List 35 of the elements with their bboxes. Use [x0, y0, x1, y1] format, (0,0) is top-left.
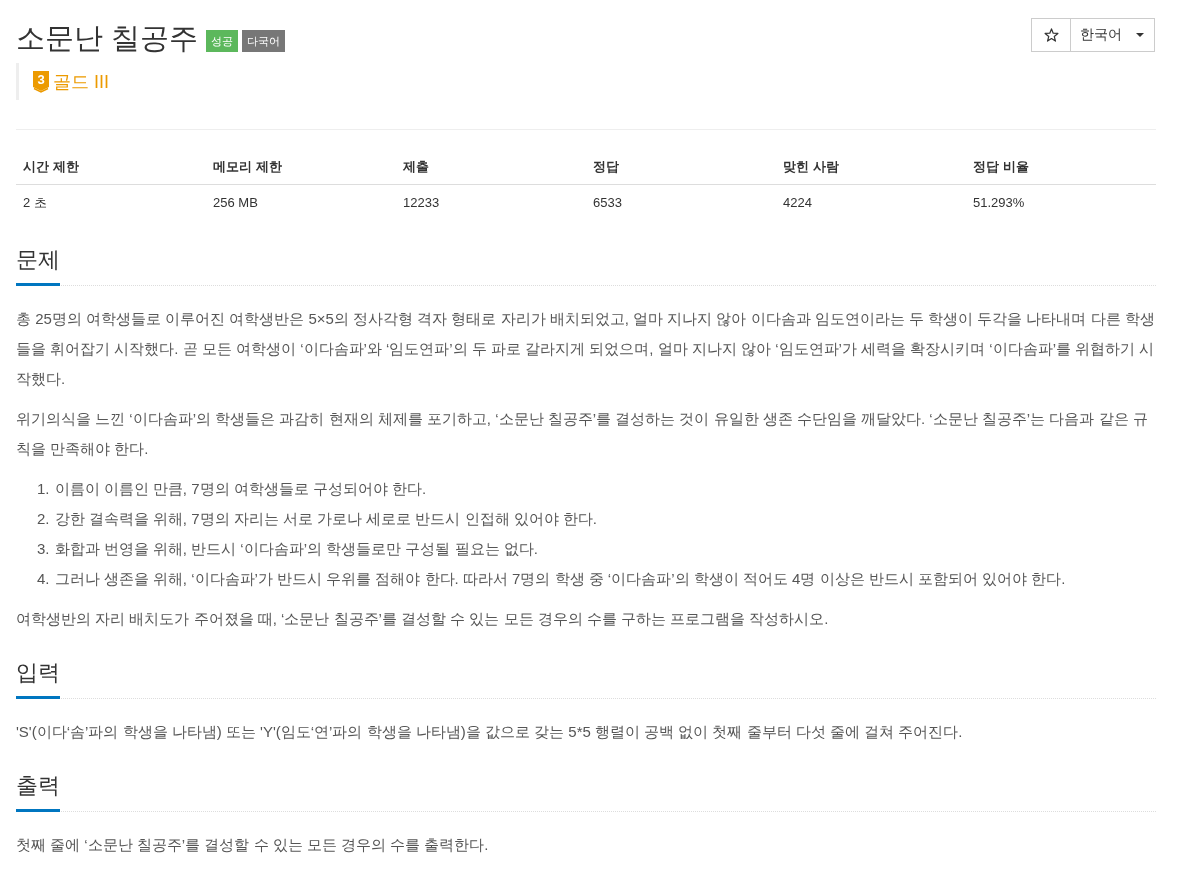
- paragraph: 여학생반의 자리 배치도가 주어졌을 때, ‘소문난 칠공주’를 결성할 수 있는 모든 경우의 수를 구하는 프로그램을 작성하시오.: [16, 609, 830, 629]
- paragraph: 첫째 줄에 ‘소문난 칠공주’를 결성할 수 있는 모든 경우의 수를 출력한다.: [16, 835, 490, 855]
- list-item-text: 강한 결속력을 위해, 7명의 자리는 서로 가로나 세로로 반드시 인접해 있어야 한다.: [54, 509, 598, 529]
- table-header-cell: 정답: [586, 150, 776, 185]
- list-number: 2.: [37, 509, 50, 529]
- table-cell: 4224: [776, 184, 966, 221]
- table-cell: 12233: [396, 184, 586, 221]
- table-header-cell: 맞힌 사람: [776, 150, 966, 185]
- problem-title: 소문난 칠공주: [16, 21, 199, 56]
- status-badge: 다국어: [242, 30, 286, 52]
- table-cell: 6533: [586, 184, 776, 221]
- table-cell: 2 초: [16, 184, 206, 221]
- table-cell: 256 MB: [206, 184, 396, 221]
- list-item-text: 이름이 이름인 만큼, 7명의 여학생들로 구성되어야 한다.: [54, 479, 427, 499]
- table-cell: 51.293%: [966, 184, 1156, 221]
- caret-icon: [1136, 33, 1144, 37]
- favorite-button[interactable]: [1031, 18, 1071, 52]
- list-number: 3.: [37, 539, 50, 559]
- list-item-text: 화합과 번영을 위해, 반드시 ‘이다솜파’의 학생들로만 구성될 필요는 없다.: [54, 539, 538, 559]
- paragraph: 'S'(이다‘솜’파의 학생을 나타냄) 또는 'Y'(임도‘연’파의 학생을 나타냄)을 값으로 갖는 5*5 행렬이 공백 없이 첫째 줄부터 다섯 줄에 걸쳐 주어진다.: [16, 722, 964, 742]
- section-title: 입력: [16, 658, 60, 699]
- tier-badge-icon: 3: [33, 70, 49, 93]
- paragraph: 총 25명의 여학생들로 이루어진 여학생반은 5×5의 정사각형 격자 형태로 자리가 배치되었고, 얼마 지나지 않아 이다솜과 임도연이라는 두 학생이 두각을 나타내며 다른 학생들을 휘어잡기 시작했다. 곧 모든 여학생이 ‘이다솜파’와 ‘임도연파’의 두 파로 갈라지게 되었으며, 얼마 지나지 않아 ‘임도연파’가 세력을 확장시키며 ‘이다솜파’를 위협하기 시작했다.: [16, 309, 1156, 389]
- table-header-cell: 메모리 제한: [206, 150, 396, 185]
- status-badge: 성공: [206, 30, 239, 52]
- table-header-cell: 시간 제한: [16, 150, 206, 185]
- list-number: 4.: [37, 569, 50, 589]
- language-dropdown[interactable]: 한국어: [1071, 18, 1155, 52]
- paragraph: 위기의식을 느낀 ‘이다솜파’의 학생들은 과감히 현재의 체제를 포기하고, ‘소문난 칠공주’를 결성하는 것이 유일한 생존 수단임을 깨달았다. ‘소문난 칠공주’는 다음과 같은 규칙을 만족해야 한다.: [16, 409, 1149, 459]
- section-title: 문제: [16, 245, 60, 286]
- list-number: 1.: [37, 479, 50, 499]
- table-header-cell: 제출: [396, 150, 586, 185]
- list-item-text: 그러나 생존을 위해, ‘이다솜파’가 반드시 우위를 점해야 한다. 따라서 7명의 학생 중 ‘이다솜파’의 학생이 적어도 4명 이상은 반드시 포함되어 있어야 한다.: [54, 569, 1066, 589]
- section-title: 출력: [16, 771, 60, 812]
- table-header-cell: 정답 비율: [966, 150, 1156, 185]
